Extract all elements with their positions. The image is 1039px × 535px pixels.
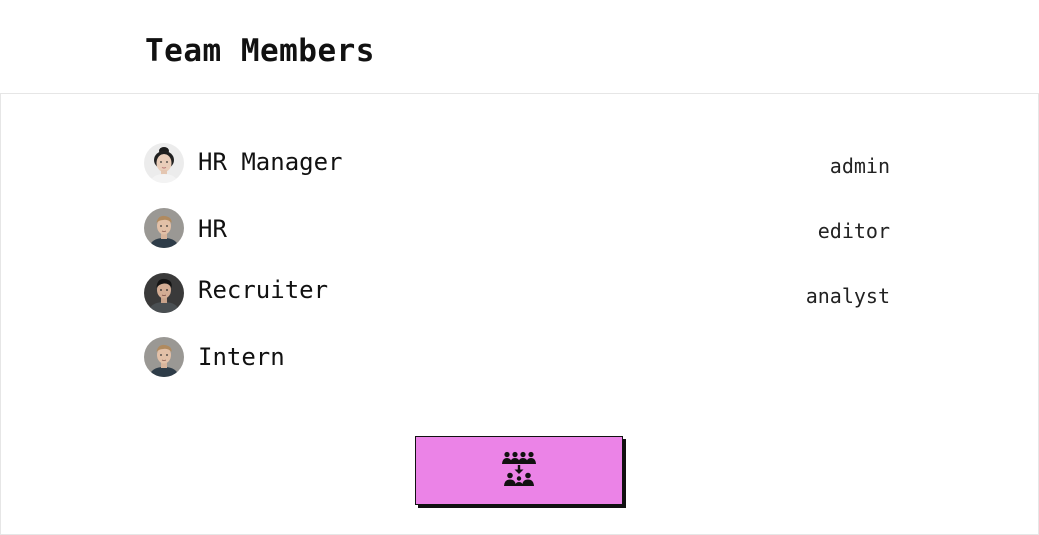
member-row[interactable]: Intern	[144, 337, 890, 377]
avatar	[144, 337, 184, 377]
member-name: Recruiter	[198, 276, 329, 304]
avatar	[144, 143, 184, 183]
member-row[interactable]: Recruiter analyst	[144, 273, 890, 313]
member-role: analyst	[805, 284, 890, 308]
member-name: HR Manager	[198, 148, 343, 176]
member-name: Intern	[198, 343, 285, 371]
avatar	[144, 208, 184, 248]
member-role: editor	[817, 219, 890, 243]
avatar	[144, 273, 184, 313]
merge-team-button[interactable]	[415, 436, 623, 505]
page-title: Team Members	[145, 33, 375, 69]
member-name: HR	[198, 215, 227, 243]
member-row[interactable]: HR Manager admin	[144, 143, 890, 183]
team-merge-icon	[501, 451, 537, 490]
member-row[interactable]: HR editor	[144, 208, 890, 248]
member-role: admin	[829, 154, 890, 178]
